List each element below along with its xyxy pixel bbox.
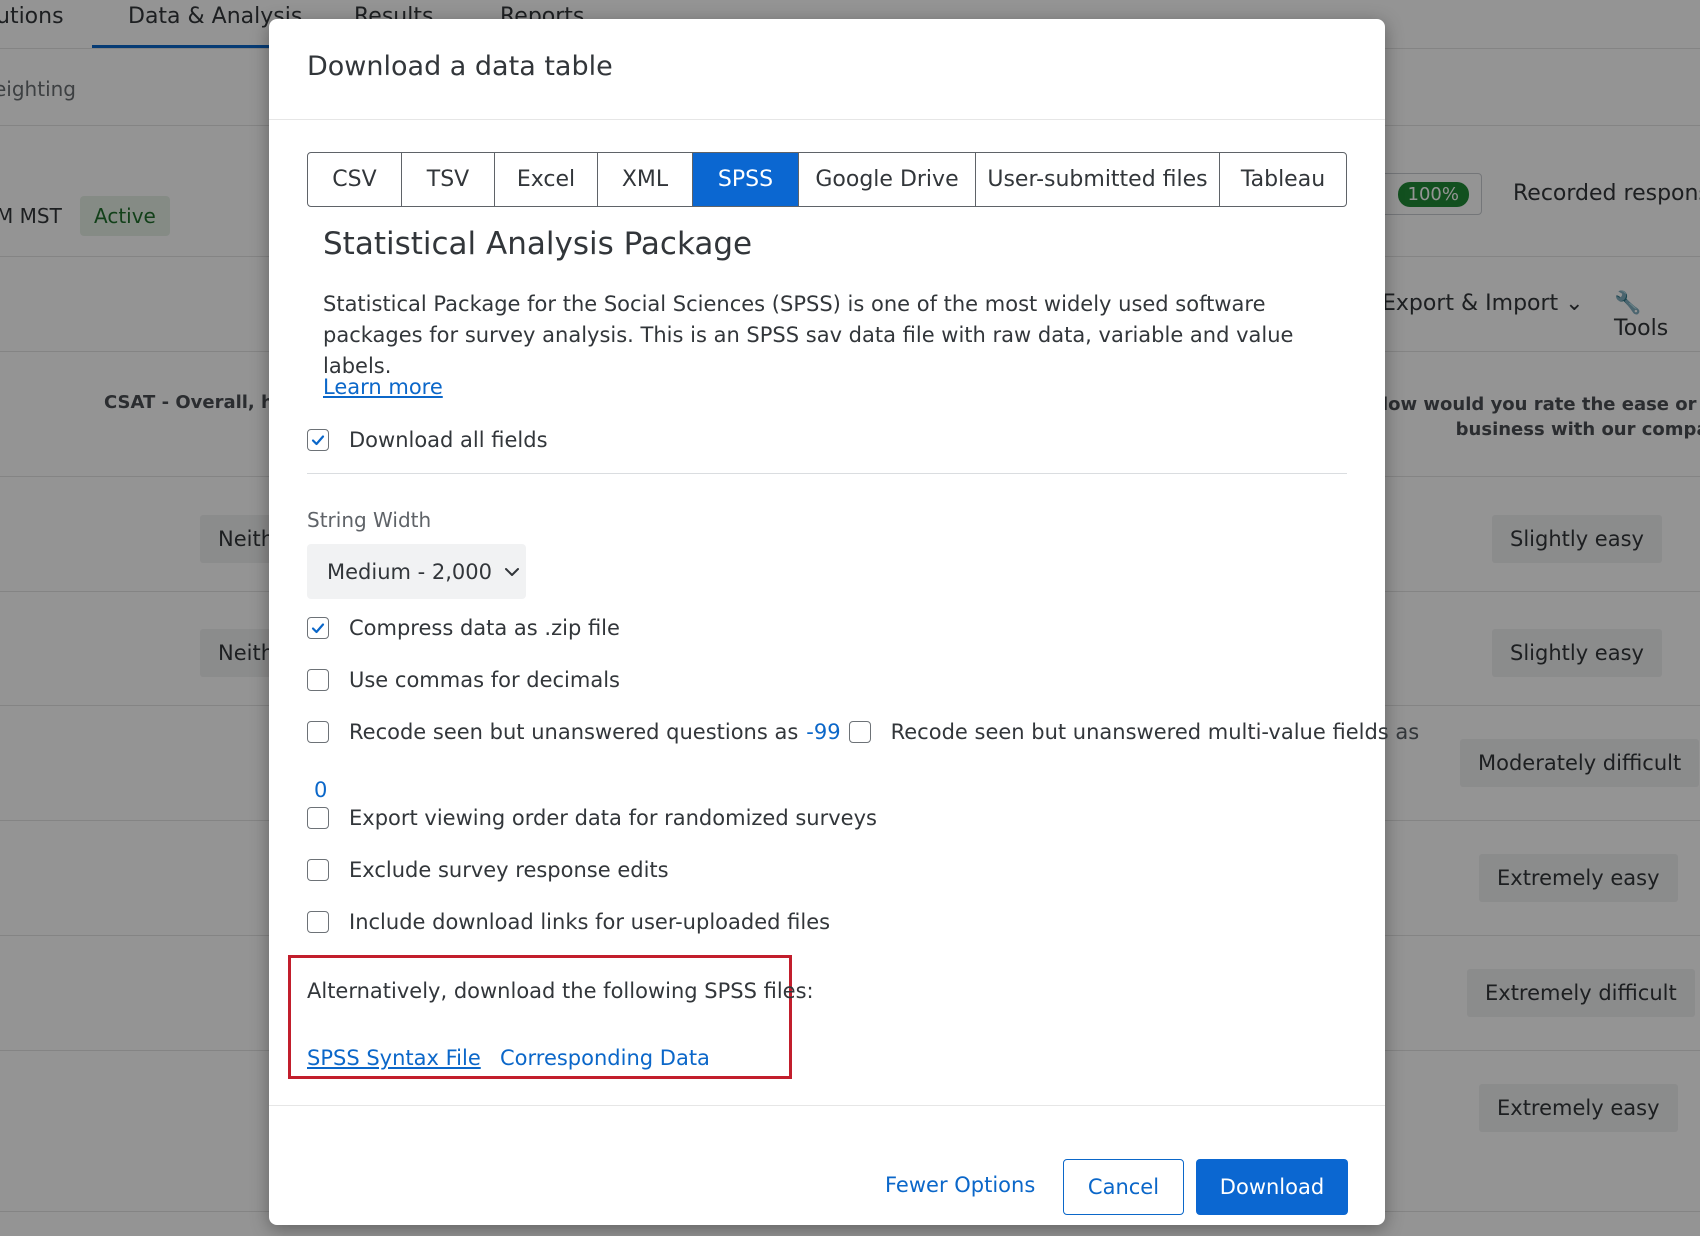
tab-xml[interactable]: XML	[598, 153, 693, 206]
tab-spss[interactable]: SPSS	[693, 153, 799, 206]
recode-multi-checkbox[interactable]	[848, 721, 871, 743]
download-all-fields-label: Download all fields	[349, 428, 548, 452]
corresponding-data-link[interactable]: Corresponding Data	[500, 1046, 710, 1070]
tab-google-drive[interactable]: Google Drive	[799, 153, 976, 206]
download-links-checkbox[interactable]	[307, 911, 329, 933]
section-title: Statistical Analysis Package	[323, 226, 753, 262]
tab-user-submitted-files[interactable]: User-submitted files	[976, 153, 1220, 206]
commas-decimals-checkbox[interactable]	[307, 669, 329, 691]
exclude-edits-option: Exclude survey response edits	[307, 858, 669, 882]
dialog-title: Download a data table	[307, 51, 613, 82]
string-width-label: String Width	[307, 508, 432, 532]
exclude-edits-checkbox[interactable]	[307, 859, 329, 881]
tab-csv[interactable]: CSV	[308, 153, 402, 206]
alternative-download-text: Alternatively, download the following SP…	[307, 979, 814, 1003]
download-links-option: Include download links for user-uploaded…	[307, 910, 830, 934]
viewing-order-option: Export viewing order data for randomized…	[307, 806, 877, 830]
section-description: Statistical Package for the Social Scien…	[323, 292, 1294, 378]
viewing-order-label: Export viewing order data for randomized…	[349, 806, 877, 830]
options-divider	[307, 473, 1347, 474]
chevron-down-icon	[505, 567, 520, 576]
tab-tsv[interactable]: TSV	[402, 153, 495, 206]
spss-syntax-file-link[interactable]: SPSS Syntax File	[307, 1046, 481, 1070]
learn-more-link[interactable]: Learn more	[323, 375, 443, 399]
commas-decimals-label: Use commas for decimals	[349, 668, 620, 692]
download-button[interactable]: Download	[1196, 1159, 1348, 1215]
recode-questions-value[interactable]: -99	[806, 720, 840, 744]
tab-tableau[interactable]: Tableau	[1220, 153, 1346, 206]
recode-multi-label: Recode seen but unanswered multi-value f…	[890, 720, 1420, 744]
recode-multi-value[interactable]: 0	[314, 778, 327, 802]
format-tabs: CSV TSV Excel XML SPSS Google Drive User…	[307, 152, 1347, 207]
tab-excel[interactable]: Excel	[495, 153, 598, 206]
recode-questions-label: Recode seen but unanswered questions as	[349, 720, 799, 744]
download-all-fields-checkbox[interactable]	[307, 429, 329, 451]
checkmark-icon	[311, 623, 325, 634]
exclude-edits-label: Exclude survey response edits	[349, 858, 669, 882]
recode-options-row: Recode seen but unanswered questions as …	[307, 720, 1419, 744]
commas-decimals-option: Use commas for decimals	[307, 668, 620, 692]
compress-zip-option: Compress data as .zip file	[307, 616, 620, 640]
fewer-options-button[interactable]: Fewer Options	[885, 1173, 1035, 1197]
download-all-fields-option: Download all fields	[307, 428, 548, 452]
compress-zip-checkbox[interactable]	[307, 617, 329, 639]
download-links-label: Include download links for user-uploaded…	[349, 910, 831, 934]
cancel-button[interactable]: Cancel	[1063, 1159, 1184, 1215]
recode-questions-checkbox[interactable]	[307, 721, 329, 743]
viewing-order-checkbox[interactable]	[307, 807, 329, 829]
dialog-footer: Fewer Options Cancel Download	[269, 1105, 1385, 1226]
download-data-table-dialog: Download a data table CSV TSV Excel XML …	[269, 19, 1419, 1226]
checkmark-icon	[311, 435, 325, 446]
dialog-header: Download a data table	[269, 19, 1385, 120]
string-width-select[interactable]: Medium - 2,000	[307, 544, 526, 599]
compress-zip-label: Compress data as .zip file	[349, 616, 620, 640]
string-width-value: Medium - 2,000	[327, 559, 493, 584]
